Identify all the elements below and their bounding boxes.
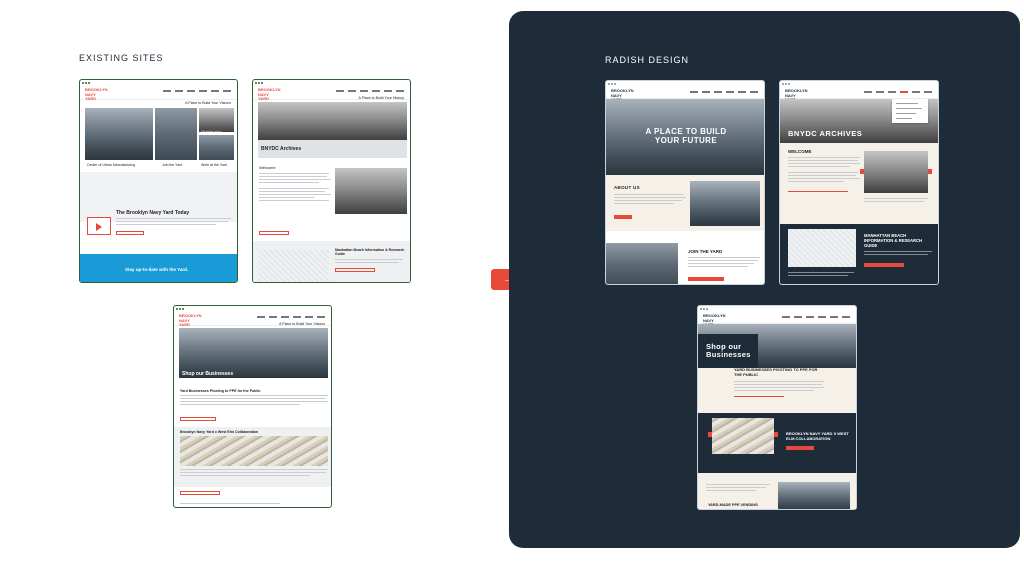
existing-sites-heading: EXISTING SITES (79, 53, 164, 63)
tile-visit-image[interactable] (199, 108, 234, 132)
tile-center-label[interactable]: Center of Urban Manufacturing (87, 163, 135, 167)
article-1-button[interactable] (180, 417, 216, 421)
article-1-title[interactable]: YARD BUSINESSES PIVOTING TO PPE FOR THE … (734, 367, 824, 378)
nav-links[interactable] (163, 90, 231, 92)
tile-work-label[interactable]: Work at the Yard (201, 163, 227, 167)
tile-visit-label: Visit the Yard (201, 130, 222, 134)
welcome-heading: WELCOME (788, 149, 812, 154)
tagline: A Place to Build Your Visions (279, 322, 325, 326)
archive-link-button[interactable] (259, 231, 289, 235)
join-button[interactable] (688, 277, 724, 281)
hero-title: A PLACE TO BUILD YOUR FUTURE (645, 127, 727, 145)
join-heading: JOIN THE YARD (688, 249, 723, 254)
radish-archives-frame: BROOKLYN NAVY YARD BNYDC ARCHIVES WELCOM… (779, 80, 939, 285)
article-2-image (180, 436, 328, 466)
welcome-heading: Welcome (259, 165, 276, 170)
existing-site-shop-frame: BROOKLYN NAVY YARD A Place to Build Your… (173, 305, 332, 508)
about-image (690, 181, 760, 226)
nav-links[interactable] (864, 91, 932, 93)
tile-work-image[interactable] (199, 135, 234, 160)
article-2-button[interactable] (786, 446, 814, 450)
about-button[interactable] (614, 215, 632, 219)
site-nav: BROOKLYN NAVY YARD (606, 86, 764, 102)
brand-logo[interactable]: BROOKLYN NAVY YARD (85, 87, 108, 102)
existing-site-home-frame: BROOKLYN NAVY YARD A Place to Build Your… (79, 79, 238, 283)
article-2-title[interactable]: BROOKLYN NAVY YARD X WEST ELM COLLABORAT… (786, 431, 852, 442)
section-title: The Brooklyn Navy Yard Today (116, 210, 190, 216)
join-image (606, 243, 678, 284)
radish-home-frame: BROOKLYN NAVY YARD A PLACE TO BUILD YOUR… (605, 80, 765, 285)
brand-logo[interactable]: BROOKLYN NAVY YARD (179, 313, 202, 328)
carousel-next-icon[interactable] (928, 169, 932, 174)
carousel-prev-icon[interactable] (860, 169, 864, 174)
newsletter-text[interactable]: Stay up-to-date with the Yard. (125, 267, 188, 272)
tagline: A Place to Build Your History (358, 96, 404, 100)
play-icon (96, 223, 102, 231)
tagline: A Place to Build Your Visions (185, 101, 231, 105)
learn-more-button[interactable] (116, 231, 144, 235)
article-2-image (712, 418, 774, 454)
research-button[interactable] (335, 268, 375, 272)
site-nav: BROOKLYN NAVY YARD (698, 311, 856, 327)
hero-title: BNYDC Archives (261, 146, 302, 152)
nav-links[interactable] (257, 316, 325, 318)
radish-design-heading: RADISH DESIGN (605, 55, 690, 65)
site-nav: BROOKLYN NAVY YARD (80, 85, 237, 102)
map-image (788, 229, 856, 267)
research-button[interactable] (864, 263, 904, 267)
brand-logo[interactable]: BROOKLYN NAVY YARD (258, 87, 281, 102)
article-3-image (778, 482, 850, 509)
article-2-button[interactable] (180, 491, 220, 495)
video-thumbnail[interactable] (87, 217, 111, 235)
research-title: MANHATTAN BEACH INFORMATION & RESEARCH G… (864, 233, 923, 248)
article-1-title[interactable]: Yard Businesses Pivoting to PPE for the … (180, 389, 260, 393)
comparison-board: EXISTING SITES BROOKLYN NAVY YARD A Plac… (0, 0, 1024, 574)
hero-title: Shop our Businesses (706, 342, 751, 359)
dropdown-menu[interactable] (892, 99, 928, 123)
carousel-next-icon[interactable] (774, 432, 778, 437)
radish-shop-frame: BROOKLYN NAVY YARD Shop our Businesses Y… (697, 305, 857, 510)
nav-links[interactable] (336, 90, 404, 92)
hero-title: BNYDC ARCHIVES (788, 129, 863, 138)
hero-image-left (85, 108, 153, 160)
map-image (259, 250, 329, 282)
archive-photo (864, 151, 928, 193)
article-2-title[interactable]: Brooklyn Navy Yard x West Elm Collaborat… (180, 430, 258, 434)
nav-links[interactable] (690, 91, 758, 93)
site-nav: BROOKLYN NAVY YARD (780, 86, 938, 102)
existing-site-archives-frame: BROOKLYN NAVY YARD A Place to Build Your… (252, 79, 411, 283)
about-heading: ABOUT US (614, 185, 640, 190)
tile-join-label[interactable]: Join the Yard (162, 163, 182, 167)
research-title: Manhattan Beach Information & Research G… (335, 248, 405, 256)
archive-photo (335, 168, 407, 214)
carousel-prev-icon[interactable] (708, 432, 712, 437)
article-3-title[interactable]: YARD-MADE PPE VENDING (708, 503, 758, 507)
hero-image (258, 102, 407, 140)
hero-title: Shop our Businesses (182, 371, 234, 377)
hero-image-center (155, 108, 197, 160)
nav-links[interactable] (782, 316, 850, 318)
